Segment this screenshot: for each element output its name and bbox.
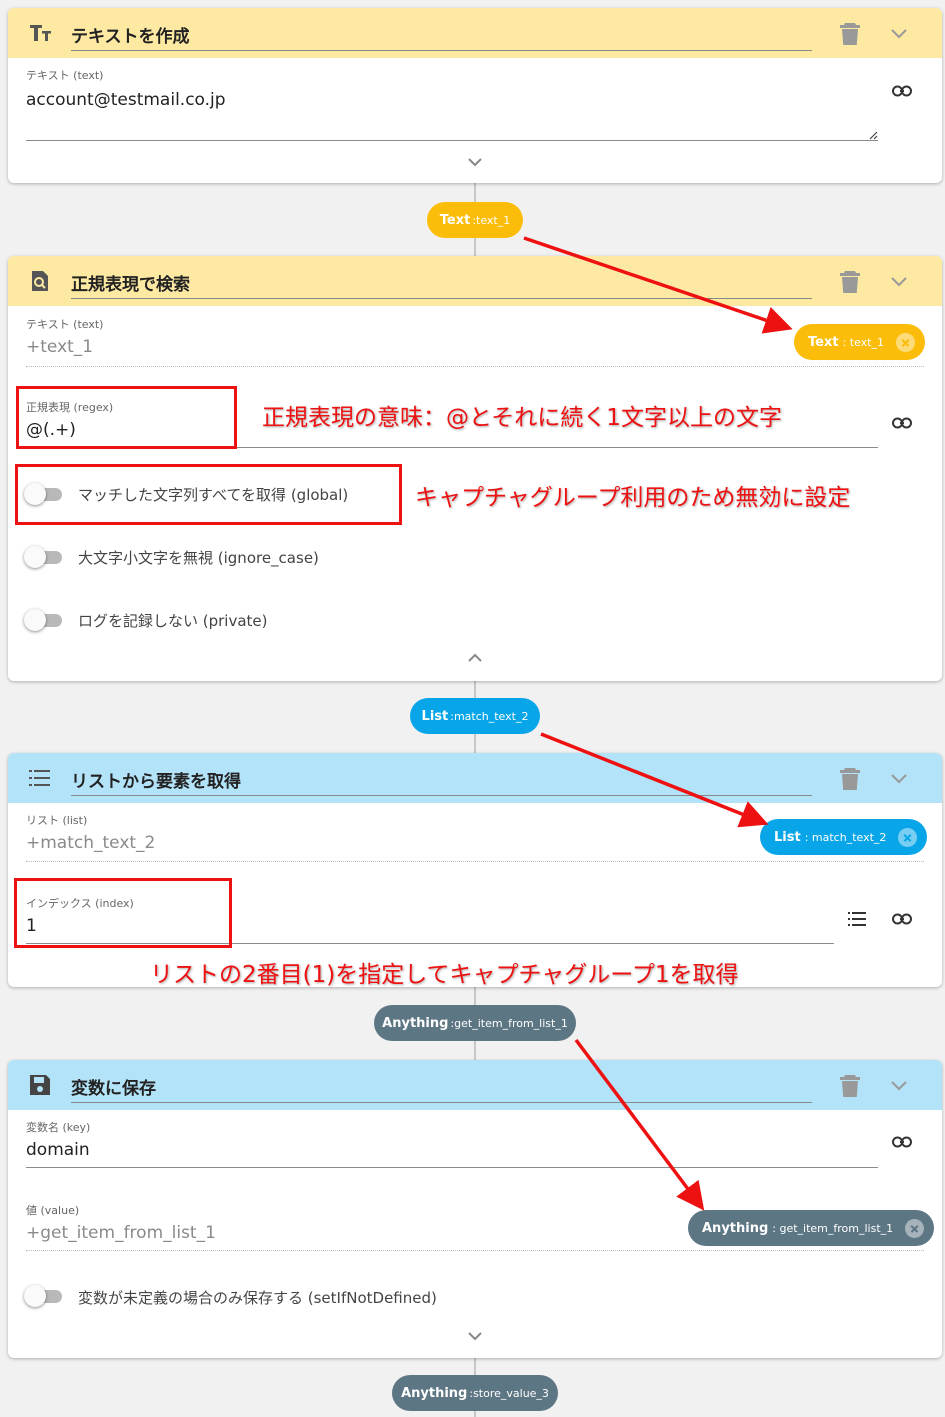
key-field-label: 変数名 (key) [26,1121,91,1134]
pill-type: Anything [382,1015,449,1031]
chip-type: Text [808,334,839,350]
field-underline [26,140,878,141]
regex-search-icon [32,271,48,291]
remove-chip-icon[interactable] [895,332,915,352]
block-header: 変数に保存 [8,1060,942,1110]
value-field-label: 値 (value) [26,1204,80,1217]
chevron-down-icon[interactable] [466,156,484,168]
title-underline [71,795,812,796]
trash-icon[interactable] [839,1074,861,1098]
trash-icon[interactable] [839,270,861,294]
chip-type: List [774,829,801,845]
annotation-global: キャプチャグループ利用のため無効に設定 [415,485,851,511]
trash-icon[interactable] [839,767,861,791]
input-chip-list[interactable]: List : match_text_2 [760,819,928,855]
resize-handle-icon[interactable] [868,130,878,140]
input-chip-anything[interactable]: Anything : get_item_from_list_1 [688,1210,935,1246]
link-icon[interactable] [892,85,912,97]
block-header: 正規表現で検索 [8,256,942,306]
save-icon [30,1075,50,1095]
block-header: テキストを作成 [8,8,942,58]
trash-icon[interactable] [839,22,861,46]
list-field-label: リスト (list) [26,814,88,827]
block-title: リストから要素を取得 [71,772,241,792]
chip-name: : get_item_from_list_1 [772,1221,894,1235]
block-create-text: テキストを作成 テキスト (text) account@testmail.co.… [8,8,942,183]
block-title: 正規表現で検索 [71,275,190,295]
set-if-not-defined-label: 変数が未定義の場合のみ保存する (setIfNotDefined) [78,1289,437,1307]
chevron-down-icon[interactable] [888,272,910,290]
text-field-label: テキスト (text) [26,318,104,331]
ignore-case-label: 大文字小文字を無視 (ignore_case) [78,549,319,567]
text-field-label: テキスト (text) [26,69,104,82]
text-input[interactable]: +text_1 [26,337,93,357]
key-input[interactable]: domain [26,1140,90,1160]
chevron-down-icon[interactable] [888,24,910,42]
block-title: テキストを作成 [71,27,190,47]
toggle-knob [24,546,46,568]
field-underline [26,366,924,367]
input-chip-text[interactable]: Text : text_1 [794,324,925,360]
remove-chip-icon[interactable] [905,1218,925,1238]
chip-name: : match_text_2 [804,830,887,844]
annotation-index: リストの2番目(1)を指定してキャプチャグループ1を取得 [150,962,739,988]
output-pill-text[interactable]: Text :text_1 [427,202,523,238]
chip-name: : text_1 [842,335,884,349]
title-underline [71,50,812,51]
text-field[interactable]: account@testmail.co.jp [26,90,226,110]
chevron-down-icon[interactable] [888,1076,910,1094]
list-icon [29,770,50,786]
pill-name: :match_text_2 [450,709,529,723]
highlight-box-global [15,464,402,525]
pill-name: :get_item_from_list_1 [450,1016,568,1030]
chevron-down-icon[interactable] [888,769,910,787]
link-icon[interactable] [892,1136,912,1148]
block-title: 変数に保存 [71,1079,156,1099]
pill-name: :text_1 [472,213,511,227]
ignore-case-toggle[interactable] [24,544,64,570]
output-pill-anything[interactable]: Anything :store_value_3 [392,1375,558,1411]
block-get-item-from-list: リストから要素を取得 リスト (list) +match_text_2 List… [8,753,942,987]
link-icon[interactable] [892,913,912,925]
chevron-down-icon[interactable] [466,1330,484,1342]
chevron-up-icon[interactable] [466,652,484,664]
pill-name: :store_value_3 [469,1386,549,1400]
title-underline [71,298,812,299]
field-underline [26,1167,878,1168]
private-label: ログを記録しない (private) [78,612,268,630]
field-underline [26,861,924,862]
block-store-value: 変数に保存 変数名 (key) domain 値 (value) +get_it… [8,1060,942,1358]
remove-chip-icon[interactable] [898,827,918,847]
value-input[interactable]: +get_item_from_list_1 [26,1223,216,1243]
pill-type: List [421,708,449,724]
block-header: リストから要素を取得 [8,753,942,803]
pill-type: Anything [401,1385,468,1401]
highlight-box-index [14,878,232,948]
private-toggle[interactable] [24,607,64,633]
toggle-knob [24,1285,46,1307]
highlight-box-regex [16,386,237,449]
output-pill-list[interactable]: List :match_text_2 [410,698,540,734]
output-pill-anything[interactable]: Anything :get_item_from_list_1 [374,1005,576,1041]
title-underline [71,1102,812,1103]
list-input[interactable]: +match_text_2 [26,833,155,853]
link-icon[interactable] [892,417,912,429]
annotation-regex: 正規表現の意味：@とそれに続く1文字以上の文字 [262,405,782,431]
pill-type: Text [439,212,471,228]
list-select-icon[interactable] [848,911,866,927]
text-format-icon [30,25,51,41]
chip-type: Anything [702,1220,769,1236]
toggle-knob [24,609,46,631]
field-underline [26,1250,924,1251]
set-if-not-defined-toggle[interactable] [24,1283,64,1309]
